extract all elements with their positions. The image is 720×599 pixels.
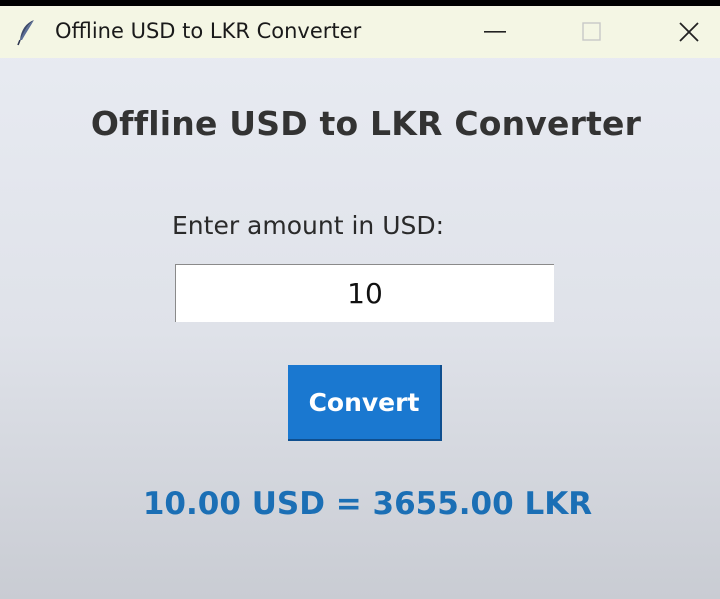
- minimize-icon: [484, 31, 506, 33]
- result-text: 10.00 USD = 3655.00 LKR: [142, 486, 593, 522]
- title-bar[interactable]: Offline USD to LKR Converter: [0, 6, 720, 58]
- convert-button[interactable]: Convert: [288, 365, 442, 441]
- maximize-icon: [582, 22, 601, 41]
- maximize-button[interactable]: [560, 6, 620, 58]
- amount-input[interactable]: [175, 264, 554, 322]
- page-heading: Offline USD to LKR Converter: [90, 104, 642, 143]
- close-icon: [679, 22, 699, 42]
- feather-icon: [14, 18, 38, 46]
- amount-label: Enter amount in USD:: [172, 211, 445, 240]
- window-title: Offline USD to LKR Converter: [55, 19, 362, 43]
- minimize-button[interactable]: [466, 6, 526, 58]
- app-window: Offline USD to LKR Converter Offline USD…: [0, 6, 720, 599]
- close-button[interactable]: [658, 6, 718, 58]
